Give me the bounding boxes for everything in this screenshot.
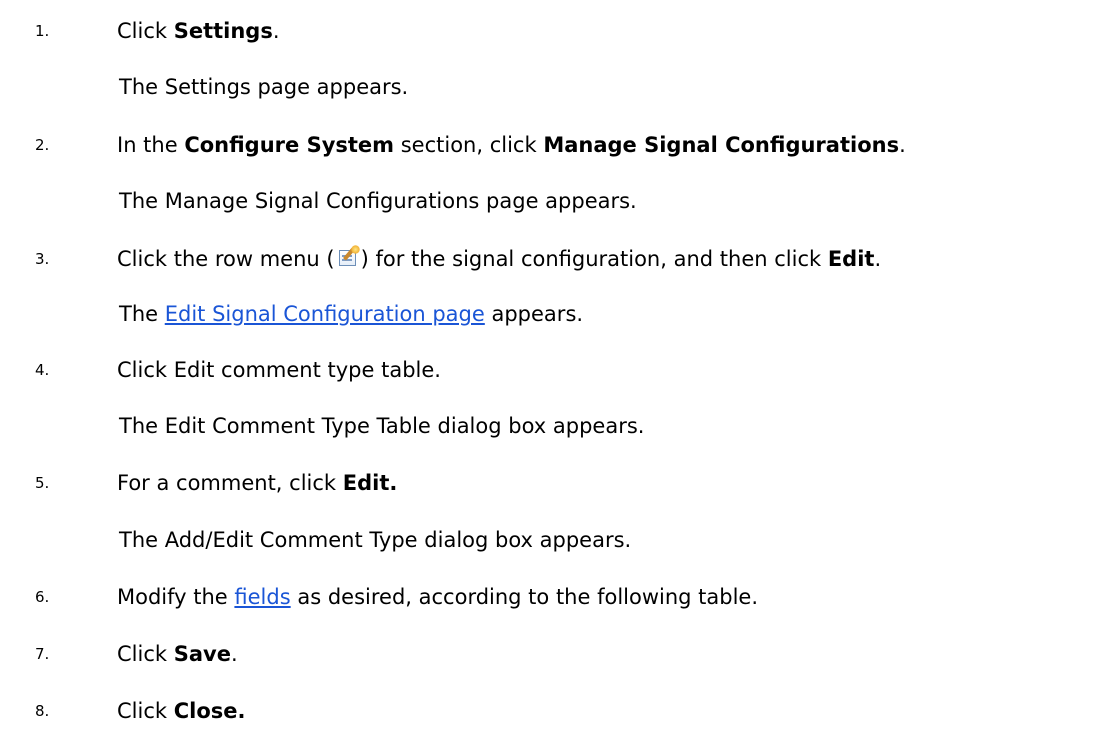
edit-label: Edit (827, 247, 875, 271)
step-instruction: In the Configure System section, click M… (117, 133, 906, 157)
step-2-result: The Manage Signal Configurations page ap… (119, 189, 637, 213)
step-number: 3. (35, 250, 50, 268)
step-number: 4. (35, 361, 50, 379)
fields-link[interactable]: fields (234, 585, 290, 609)
step-number: 8. (35, 702, 50, 720)
save-label: Save (173, 642, 231, 666)
step-number: 6. (35, 588, 50, 606)
configure-system-label: Configure System (184, 133, 395, 157)
edit-label: Edit. (342, 471, 398, 495)
step-number: 5. (35, 474, 50, 492)
step-instruction: Click Save. (117, 642, 238, 666)
step-3-result: The Edit Signal Configuration page appea… (119, 302, 584, 326)
row-menu-icon (336, 245, 360, 269)
step-instruction: Click the row menu () for the signal con… (117, 245, 882, 271)
step-1-result: The Settings page appears. (119, 75, 409, 99)
step-number: 7. (35, 645, 50, 663)
step-instruction: Click Settings. (117, 19, 280, 43)
step-instruction: Click Close. (117, 699, 246, 723)
settings-label: Settings (173, 19, 273, 43)
step-number: 1. (35, 22, 50, 40)
close-label: Close. (173, 699, 246, 723)
edit-signal-configuration-page-link[interactable]: Edit Signal Configuration page (165, 302, 485, 326)
step-number: 2. (35, 136, 50, 154)
step-instruction: For a comment, click Edit. (117, 471, 398, 495)
step-instruction: Click Edit comment type table. (117, 358, 441, 382)
step-instruction: Modify the fields as desired, according … (117, 585, 759, 609)
step-4-result: The Edit Comment Type Table dialog box a… (119, 414, 645, 438)
manage-signal-configurations-label: Manage Signal Configurations (543, 133, 900, 157)
step-5-result: The Add/Edit Comment Type dialog box app… (119, 528, 632, 552)
